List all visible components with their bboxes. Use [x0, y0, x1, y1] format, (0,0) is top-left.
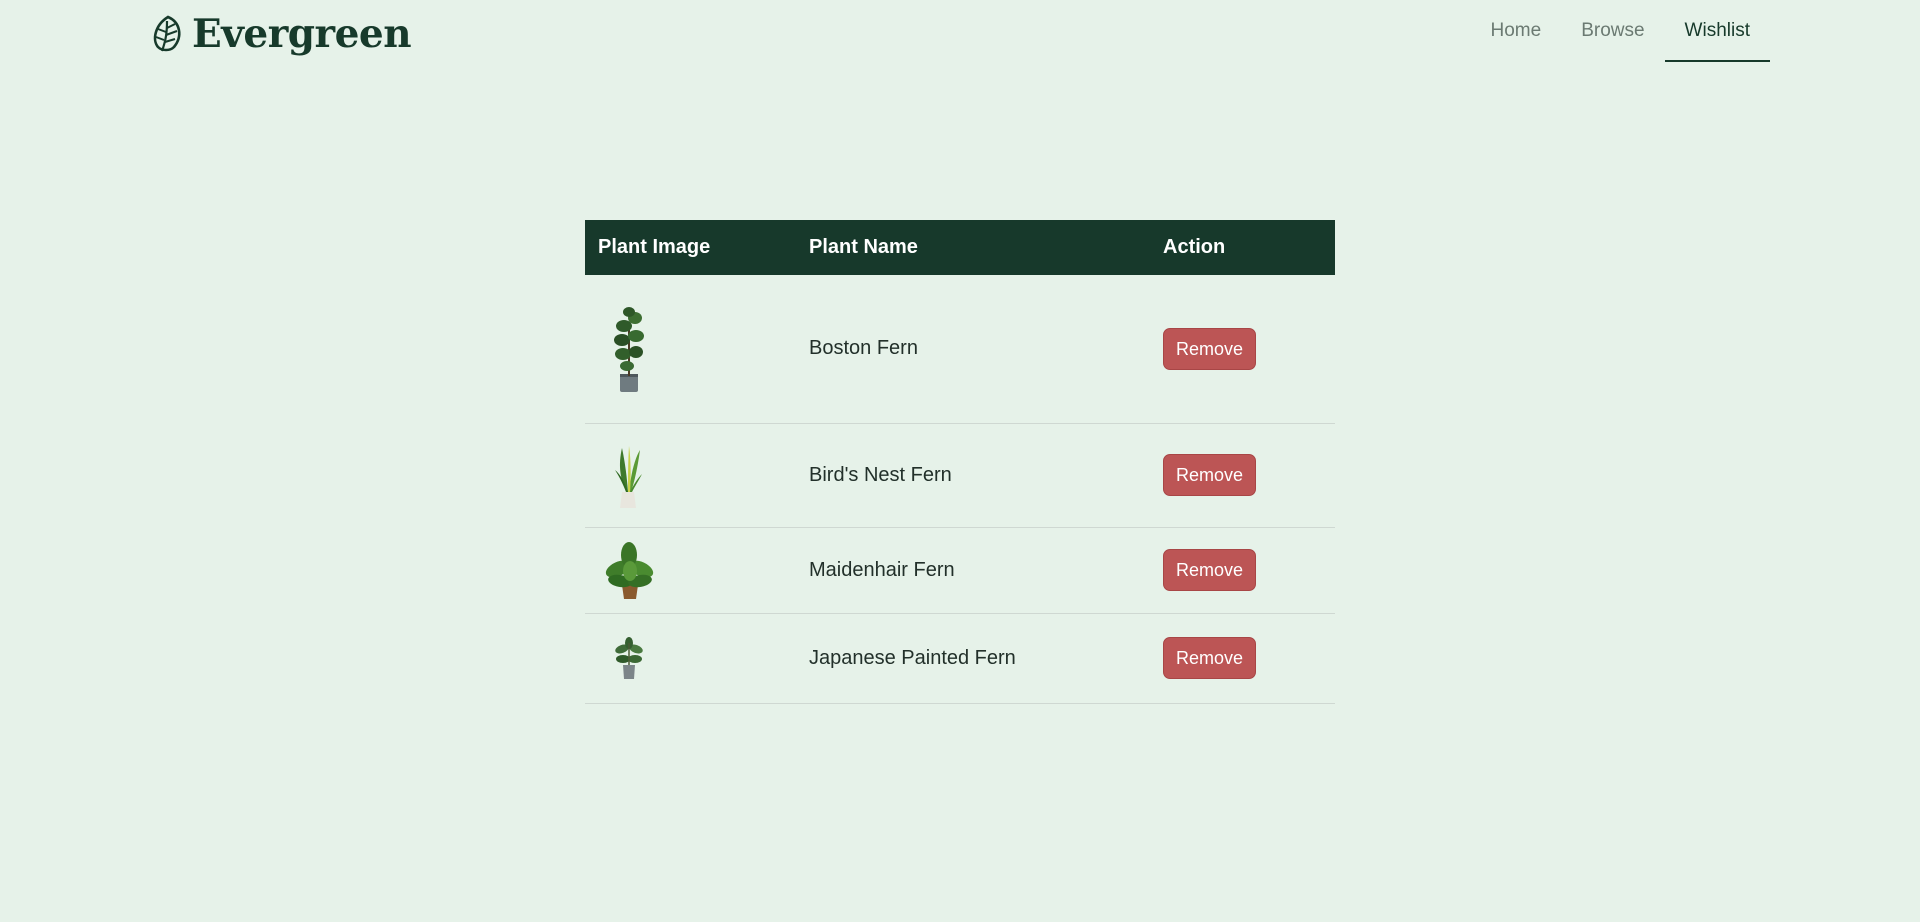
plant-name: Bird's Nest Fern: [795, 423, 1150, 528]
table-row: Bird's Nest Fern Remove: [585, 423, 1335, 528]
remove-button[interactable]: Remove: [1163, 327, 1257, 370]
plant-image-cell: [585, 275, 795, 424]
action-cell: Remove: [1150, 613, 1335, 704]
nav-home[interactable]: Home: [1471, 0, 1562, 62]
wishlist-table-container: Plant Image Plant Name Action Boston Fer…: [585, 220, 1335, 704]
wishlist-table: Plant Image Plant Name Action Boston Fer…: [585, 220, 1335, 704]
plant-name: Boston Fern: [795, 275, 1150, 424]
action-cell: Remove: [1150, 527, 1335, 614]
snake-plant-icon: [615, 446, 642, 508]
fiddle-leaf-plant-icon: [614, 306, 644, 392]
header-plant-image: Plant Image: [598, 236, 711, 258]
table-row: Japanese Painted Fern Remove: [585, 613, 1335, 704]
remove-button[interactable]: Remove: [1163, 549, 1257, 591]
leaf-logo-icon: [153, 15, 181, 52]
plant-image-cell: [585, 423, 795, 528]
leafy-plant-icon: [605, 542, 654, 599]
small-potted-plant-icon: [615, 637, 643, 679]
site-header: Evergreen Home Browse Wishlist: [0, 0, 1920, 74]
table-row: Maidenhair Fern Remove: [585, 527, 1335, 614]
header-plant-name: Plant Name: [809, 236, 918, 258]
action-cell: Remove: [1150, 423, 1335, 528]
remove-button[interactable]: Remove: [1163, 454, 1257, 496]
plant-image-cell: [585, 613, 795, 704]
plant-name: Japanese Painted Fern: [795, 613, 1150, 704]
brand-name: Evergreen: [192, 11, 412, 57]
header-action: Action: [1163, 236, 1226, 258]
table-row: Boston Fern Remove: [585, 275, 1335, 424]
table-header-row: Plant Image Plant Name Action: [585, 220, 1335, 275]
nav-browse[interactable]: Browse: [1561, 0, 1664, 62]
nav-wishlist[interactable]: Wishlist: [1664, 0, 1771, 62]
plant-name: Maidenhair Fern: [795, 527, 1150, 614]
main-nav: Home Browse Wishlist: [1471, 0, 1771, 62]
plant-image-cell: [585, 527, 795, 614]
remove-button[interactable]: Remove: [1163, 637, 1257, 679]
brand-logo[interactable]: Evergreen: [150, 11, 412, 57]
action-cell: Remove: [1150, 275, 1335, 424]
